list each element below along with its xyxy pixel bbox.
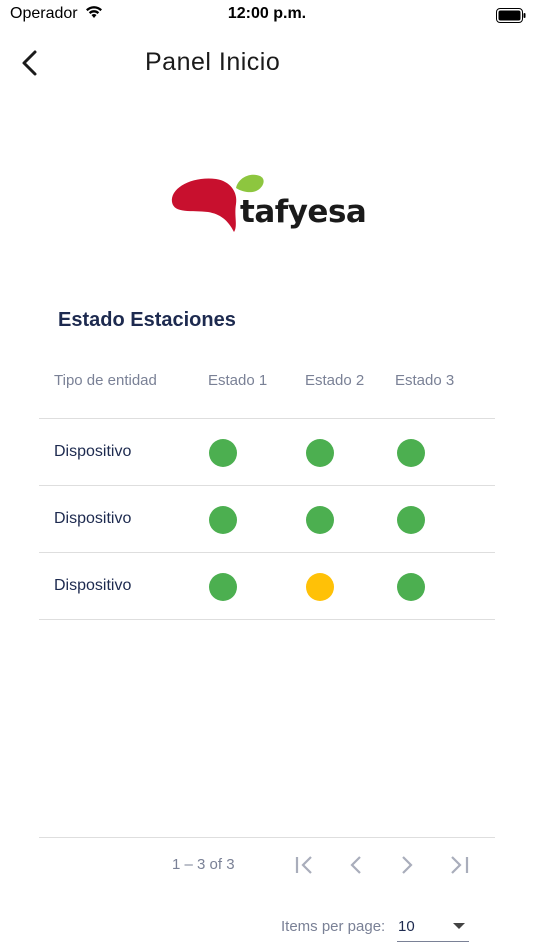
cell-tipo: Dispositivo bbox=[54, 577, 132, 594]
stations-table: Tipo de entidad Estado 1 Estado 2 Estado… bbox=[39, 352, 495, 620]
first-page-icon bbox=[295, 856, 312, 874]
last-page-icon bbox=[451, 856, 469, 874]
paginator-range-label: 1 – 3 of 3 bbox=[172, 856, 235, 873]
table-row[interactable]: Dispositivo bbox=[39, 486, 495, 553]
header-tipo-entidad[interactable]: Tipo de entidad bbox=[54, 372, 157, 389]
status-dot bbox=[306, 439, 334, 467]
header-estado-2[interactable]: Estado 2 bbox=[305, 372, 364, 389]
paginator-divider bbox=[39, 837, 495, 838]
previous-page-icon bbox=[350, 856, 361, 874]
section-title: Estado Estaciones bbox=[58, 309, 236, 331]
status-dot bbox=[209, 573, 237, 601]
page-title: Panel Inicio bbox=[145, 48, 281, 76]
header-estado-3[interactable]: Estado 3 bbox=[395, 372, 454, 389]
status-dot bbox=[397, 573, 425, 601]
table-header: Tipo de entidad Estado 1 Estado 2 Estado… bbox=[39, 352, 495, 419]
battery-icon bbox=[496, 8, 526, 23]
items-per-page-label: Items per page: bbox=[281, 918, 386, 935]
header-estado-1[interactable]: Estado 1 bbox=[208, 372, 267, 389]
status-dot bbox=[397, 439, 425, 467]
logo-wordmark: tafyesa bbox=[240, 194, 367, 230]
status-dot bbox=[306, 506, 334, 534]
table-row[interactable]: Dispositivo bbox=[39, 419, 495, 486]
first-page-button[interactable] bbox=[292, 852, 318, 878]
previous-page-button[interactable] bbox=[343, 852, 369, 878]
status-dot bbox=[397, 506, 425, 534]
last-page-button[interactable] bbox=[446, 852, 472, 878]
nav-bar: Panel Inicio bbox=[0, 40, 534, 86]
page-size-select[interactable]: 10 bbox=[397, 912, 469, 942]
status-dot bbox=[209, 506, 237, 534]
caret-down-icon bbox=[453, 923, 465, 929]
status-time: 12:00 p.m. bbox=[227, 5, 307, 22]
next-page-button[interactable] bbox=[394, 852, 420, 878]
status-dot bbox=[306, 573, 334, 601]
table-row[interactable]: Dispositivo bbox=[39, 553, 495, 620]
chevron-left-icon bbox=[22, 50, 37, 76]
cell-tipo: Dispositivo bbox=[54, 510, 132, 527]
status-bar: Operador 12:00 p.m. bbox=[0, 0, 534, 30]
status-dot bbox=[209, 439, 237, 467]
back-button[interactable] bbox=[16, 46, 42, 80]
cell-tipo: Dispositivo bbox=[54, 443, 132, 460]
page-size-value: 10 bbox=[398, 918, 415, 935]
tafyesa-logo: tafyesa bbox=[168, 170, 368, 236]
next-page-icon bbox=[402, 856, 413, 874]
